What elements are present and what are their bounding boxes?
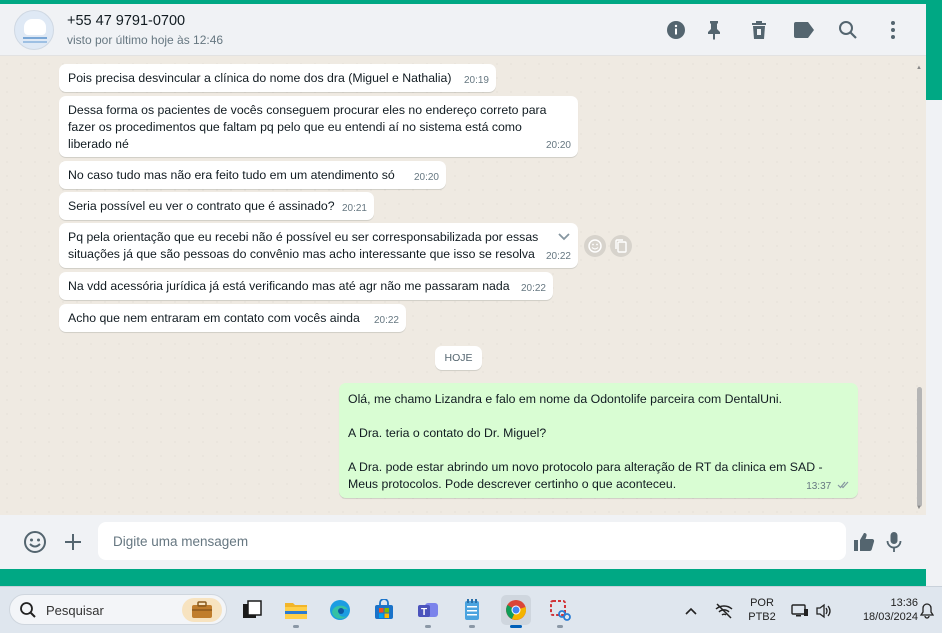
- message-time: 20:22: [373, 315, 399, 326]
- network-offline-icon[interactable]: [713, 587, 735, 633]
- message-time: 20:20: [413, 172, 439, 183]
- label-icon[interactable]: [792, 18, 816, 42]
- scroll-up-icon[interactable]: ▲: [916, 65, 922, 71]
- message-time: 20:20: [545, 140, 571, 151]
- date-separator: HOJE: [435, 346, 482, 370]
- teams-icon[interactable]: T: [413, 595, 443, 628]
- search-icon: [19, 601, 37, 622]
- file-explorer-icon[interactable]: [281, 595, 311, 628]
- message-text: Olá, me chamo Lizandra e falo em nome da…: [348, 392, 823, 491]
- tooth-logo-icon: [24, 19, 46, 35]
- message-input[interactable]: [98, 522, 846, 560]
- task-view-icon[interactable]: [237, 595, 267, 625]
- info-icon[interactable]: [664, 18, 688, 42]
- snipping-tool-icon[interactable]: [545, 595, 575, 628]
- message-bubble[interactable]: Dessa forma os pacientes de vocês conseg…: [59, 96, 578, 157]
- input-language-indicator[interactable]: POR PTB2: [745, 596, 779, 624]
- outgoing-message-bubble[interactable]: Olá, me chamo Lizandra e falo em nome da…: [339, 383, 858, 498]
- message-text: Pois precisa desvincular a clínica do no…: [68, 71, 452, 85]
- contact-status: visto por último hoje às 12:46: [67, 33, 224, 47]
- emoji-icon[interactable]: [22, 529, 48, 555]
- search-icon[interactable]: [836, 18, 860, 42]
- message-time: 20:22: [520, 283, 546, 294]
- message-time: 20:22: [545, 251, 571, 262]
- message-text: Seria possível eu ver o contrato que é a…: [68, 199, 335, 213]
- notepad-icon[interactable]: [457, 595, 487, 628]
- delete-icon[interactable]: [747, 18, 771, 42]
- clock-date: 18/03/2024: [862, 611, 918, 623]
- message-time: 20:21: [341, 203, 367, 214]
- search-label: Pesquisar: [46, 603, 104, 618]
- language-label: POR: [750, 597, 774, 609]
- edge-browser-icon[interactable]: [325, 595, 355, 625]
- system-clock[interactable]: 13:36 18/03/2024: [842, 596, 918, 624]
- thumbs-up-icon[interactable]: [851, 529, 877, 555]
- display-icon[interactable]: [790, 587, 810, 633]
- message-bubble[interactable]: Acho que nem entraram em contato com voc…: [59, 304, 406, 332]
- message-bubble[interactable]: Na vdd acessória jurídica já está verifi…: [59, 272, 553, 300]
- chevron-down-icon[interactable]: [558, 229, 570, 246]
- microphone-icon[interactable]: [881, 529, 907, 555]
- microsoft-store-icon[interactable]: [369, 595, 399, 625]
- message-time: 13:37: [806, 481, 832, 492]
- message-text: Dessa forma os pacientes de vocês conseg…: [68, 103, 547, 151]
- double-check-icon: [837, 478, 851, 495]
- message-bubble[interactable]: Pq pela orientação que eu recebi não é p…: [59, 223, 578, 268]
- emoji-reaction-icon[interactable]: [584, 235, 606, 257]
- attach-plus-icon[interactable]: [60, 529, 86, 555]
- message-text: No caso tudo mas não era feito tudo em u…: [68, 168, 395, 182]
- message-bubble[interactable]: Seria possível eu ver o contrato que é a…: [59, 192, 374, 220]
- notification-bell-icon[interactable]: [918, 587, 936, 633]
- message-composer: [0, 515, 926, 569]
- svg-text:T: T: [421, 607, 427, 618]
- message-text: Na vdd acessória jurídica já está verifi…: [68, 279, 510, 293]
- chat-area[interactable]: Pois precisa desvincular a clínica do no…: [0, 57, 926, 515]
- clock-time: 13:36: [890, 597, 918, 609]
- keyboard-layout-label: PTB2: [748, 611, 776, 623]
- message-text: Acho que nem entraram em contato com voc…: [68, 311, 360, 325]
- show-hidden-icons-icon[interactable]: [683, 587, 699, 633]
- copy-icon[interactable]: [610, 235, 632, 257]
- scroll-down-icon[interactable]: ▼: [916, 505, 922, 511]
- contact-name[interactable]: +55 47 9791-0700: [67, 13, 185, 29]
- volume-icon[interactable]: [814, 587, 834, 633]
- background-panel: [926, 100, 942, 586]
- pin-icon[interactable]: [702, 18, 726, 42]
- background-strip: [926, 0, 942, 100]
- chrome-icon[interactable]: [501, 595, 531, 628]
- menu-icon[interactable]: [881, 18, 905, 42]
- scrollbar-thumb[interactable]: [917, 387, 922, 507]
- edge-fragment: [0, 115, 3, 129]
- message-time: 20:19: [463, 75, 489, 86]
- whatsapp-window: +55 47 9791-0700 visto por último hoje à…: [0, 4, 926, 569]
- windows-taskbar: Pesquisar T POR PTB2 13:36 18/03/2024: [0, 586, 942, 633]
- message-bubble[interactable]: No caso tudo mas não era feito tudo em u…: [59, 161, 446, 189]
- chat-scrollbar[interactable]: ▲ ▼: [915, 65, 923, 511]
- briefcase-icon: [182, 598, 222, 622]
- contact-avatar[interactable]: [14, 10, 54, 50]
- message-bubble[interactable]: Pois precisa desvincular a clínica do no…: [59, 64, 496, 92]
- message-text: Pq pela orientação que eu recebi não é p…: [68, 230, 539, 261]
- chat-header: +55 47 9791-0700 visto por último hoje à…: [0, 4, 926, 56]
- taskbar-search[interactable]: Pesquisar: [9, 594, 227, 625]
